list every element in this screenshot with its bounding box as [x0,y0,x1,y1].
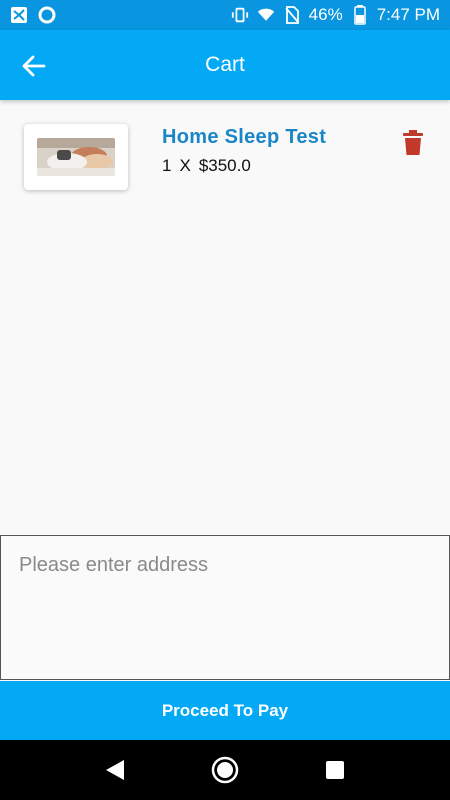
proceed-to-pay-button[interactable]: Proceed To Pay [0,681,450,740]
product-name: Home Sleep Test [162,126,327,148]
nav-recents-icon[interactable] [320,755,350,785]
trash-icon[interactable] [402,130,424,156]
quantity-value: 1 [162,156,172,175]
address-input[interactable] [19,554,431,661]
address-field-container [0,535,450,680]
product-thumbnail [24,124,128,190]
no-sim-icon [283,6,301,24]
battery-percent: 46% [308,5,343,24]
notification-app-icon [10,6,28,24]
nav-home-icon[interactable] [210,755,240,785]
system-nav-bar [0,740,450,800]
vibrate-icon [231,6,249,24]
cart-item: Home Sleep Test 1 X $350.0 [22,122,432,194]
product-image [37,138,115,176]
clock: 7:47 PM [376,5,440,24]
product-quantity-price: 1 X $350.0 [162,156,251,176]
sync-circle-icon [38,6,56,24]
page-title: Cart [205,53,245,76]
battery-icon [351,5,369,25]
app-bar: Cart [0,30,450,100]
nav-back-icon[interactable] [100,755,130,785]
status-bar: 46% 7:47 PM [0,0,450,30]
wifi-icon [257,6,275,24]
price-value: $350.0 [198,156,251,175]
quantity-multiplier: X [179,156,191,175]
